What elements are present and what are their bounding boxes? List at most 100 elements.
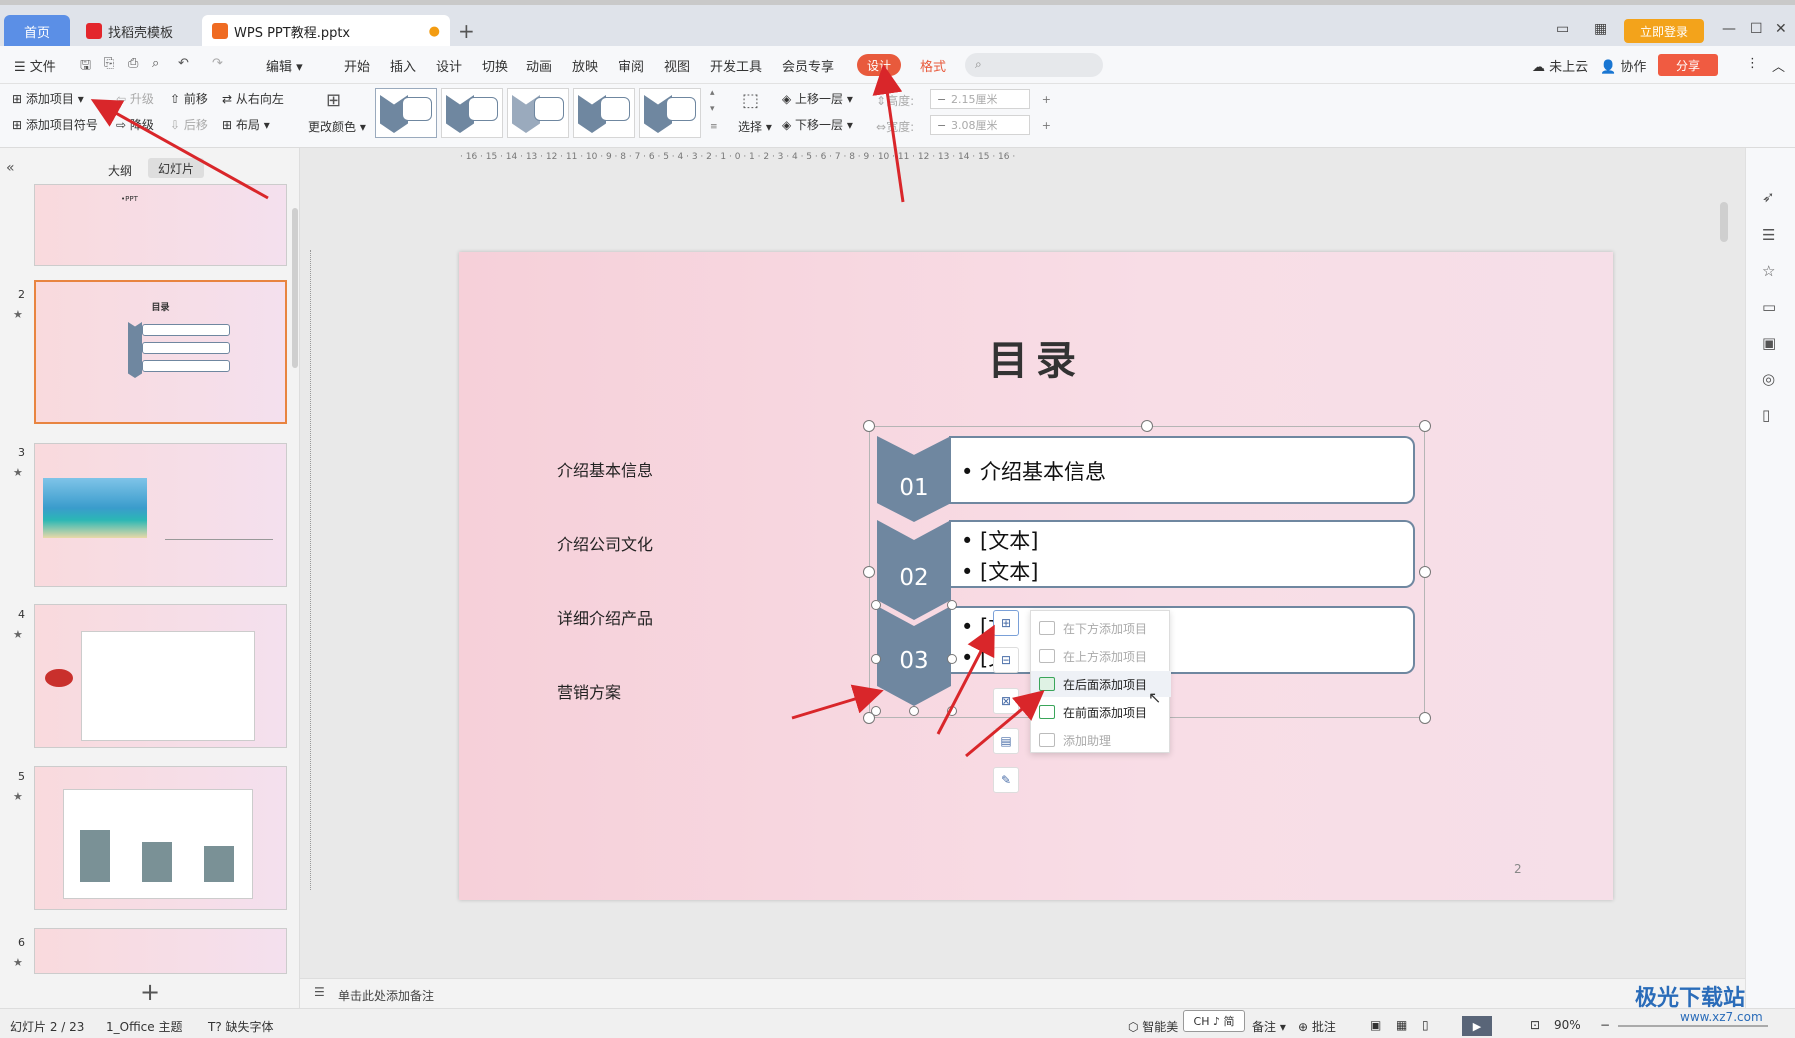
tab-smartart-design[interactable]: 设计 (857, 54, 901, 76)
undo-icon[interactable]: ↶ (178, 56, 189, 71)
image-icon[interactable]: ▣ (1762, 334, 1776, 352)
style-option-4[interactable] (573, 88, 635, 138)
zoom-out-icon[interactable]: − (1600, 1018, 1610, 1032)
redo-icon[interactable]: ↷ (212, 56, 223, 71)
location-icon[interactable]: ◎ (1762, 370, 1775, 388)
new-tab-button[interactable]: + (458, 19, 475, 43)
tab-slides[interactable]: 幻灯片 (148, 158, 204, 178)
add-item-button[interactable]: ⊞ 添加项目 ▾ (12, 90, 84, 107)
style-option-5[interactable] (639, 88, 701, 138)
menu-review[interactable]: 审阅 (618, 56, 644, 75)
menu-design[interactable]: 设计 (436, 56, 462, 75)
style-option-1[interactable] (375, 88, 437, 138)
menu-transition[interactable]: 切换 (482, 56, 508, 75)
slide-thumbnail-6[interactable] (34, 928, 287, 974)
collaborate-button[interactable]: 👤 协作 (1600, 56, 1646, 75)
resize-handle[interactable] (1141, 420, 1153, 432)
search-input[interactable]: ⌕ (965, 53, 1103, 77)
menu-developer[interactable]: 开发工具 (710, 56, 762, 75)
width-plus-icon[interactable]: + (1042, 119, 1051, 132)
book-icon[interactable]: ▯ (1762, 406, 1770, 424)
width-minus-icon[interactable]: − (937, 119, 946, 132)
menu-start[interactable]: 开始 (344, 56, 370, 75)
select-button[interactable]: 选择 ▾ (738, 118, 772, 135)
layout-float-button[interactable]: ⊟ (993, 647, 1019, 673)
send-backward-button[interactable]: ◈ 下移一层 ▾ (782, 116, 853, 133)
add-assistant[interactable]: 添加助理 (1031, 727, 1171, 753)
print-preview-icon[interactable]: ⌕ (152, 56, 159, 71)
minimize-icon[interactable]: — (1722, 21, 1736, 37)
style-option-3[interactable] (507, 88, 569, 138)
edit-menu[interactable]: 编辑 ▾ (266, 56, 303, 75)
slide-title[interactable]: 目录 (459, 328, 1613, 386)
slides-icon[interactable]: ▭ (1762, 298, 1776, 316)
resize-handle[interactable] (1419, 712, 1431, 724)
add-bullet-button[interactable]: ⊞ 添加项目符号 (12, 116, 98, 133)
slide-thumbnail-2[interactable]: 目录 (34, 280, 287, 424)
quick-save-icon[interactable]: 🖫 (80, 56, 91, 78)
slide[interactable]: 目录 介绍基本信息 介绍公司文化 详细介绍产品 营销方案 • 介绍基本信息 • … (459, 252, 1613, 900)
slide-thumbnail-1[interactable]: •PPT (34, 184, 287, 266)
theme-name[interactable]: 1_Office 主题 (106, 1018, 182, 1035)
resize-handle[interactable] (863, 420, 875, 432)
close-icon[interactable]: ✕ (1775, 21, 1787, 37)
text-pane-float-button[interactable]: ▤ (993, 728, 1019, 754)
collapse-panel-icon[interactable]: « (6, 160, 15, 176)
smartart-textbox[interactable]: • 介绍基本信息 (949, 436, 1415, 504)
tab-format[interactable]: 格式 (920, 56, 946, 75)
tab-outline[interactable]: 大纲 (108, 162, 132, 179)
layout-toggle-icon[interactable]: ▭ (1556, 21, 1569, 37)
menu-slideshow[interactable]: 放映 (572, 56, 598, 75)
left-label[interactable]: 介绍基本信息 (557, 457, 653, 481)
slide-sorter-icon[interactable]: ▦ (1396, 1018, 1407, 1032)
shape-handle[interactable] (947, 654, 957, 664)
smartart-textbox[interactable]: • [文本] • [文本] (949, 520, 1415, 588)
move-forward-button[interactable]: ⇧ 前移 (170, 90, 208, 107)
fit-window-icon[interactable]: ⊡ (1530, 1018, 1540, 1032)
add-item-below[interactable]: 在下方添加项目 (1031, 615, 1171, 641)
notes-toggle[interactable]: 备注 ▾ (1252, 1018, 1286, 1035)
bring-forward-button[interactable]: ◈ 上移一层 ▾ (782, 90, 853, 107)
add-shape-float-button[interactable]: ⊞ (993, 610, 1019, 636)
height-plus-icon[interactable]: + (1042, 93, 1051, 106)
layout-button[interactable]: ⊞ 布局 ▾ (222, 116, 270, 133)
resize-handle[interactable] (1419, 420, 1431, 432)
styles-scroll-up-icon[interactable]: ▴ (710, 88, 715, 98)
comments-toggle[interactable]: ⊕ 批注 (1298, 1018, 1336, 1035)
play-slideshow-button[interactable]: ▶ (1462, 1016, 1492, 1036)
more-icon[interactable]: ⋮ (1746, 56, 1759, 71)
move-back-button[interactable]: ⇩ 后移 (170, 116, 208, 133)
slide-thumbnail-5[interactable] (34, 766, 287, 910)
shape-handle[interactable] (871, 706, 881, 716)
right-to-left-button[interactable]: ⇄ 从右向左 (222, 90, 284, 107)
missing-font-button[interactable]: T? 缺失字体 (208, 1018, 274, 1035)
resize-handle[interactable] (863, 566, 875, 578)
shape-handle[interactable] (909, 706, 919, 716)
notes-placeholder[interactable]: 单击此处添加备注 (338, 987, 434, 1004)
collapse-ribbon-icon[interactable]: ︿ (1772, 56, 1785, 75)
login-button[interactable]: 立即登录 (1624, 19, 1704, 43)
height-field[interactable]: −2.15厘米 + (930, 89, 1051, 109)
panel-scrollbar[interactable] (292, 208, 298, 368)
rocket-icon[interactable]: ➶ (1762, 188, 1775, 206)
ime-indicator[interactable]: CH ♪ 简 (1183, 1010, 1245, 1032)
shape-handle[interactable] (871, 654, 881, 664)
promote-button[interactable]: ⇦ 升级 (116, 90, 154, 107)
menu-member[interactable]: 会员专享 (782, 56, 834, 75)
notes-bar[interactable]: ☰ 单击此处添加备注 (300, 978, 1745, 1008)
change-layout-float-button[interactable]: ⊠ (993, 688, 1019, 714)
print-icon[interactable]: ⎙ (128, 56, 138, 71)
left-label[interactable]: 介绍公司文化 (557, 531, 653, 555)
styles-expand-icon[interactable]: ≡ (710, 122, 718, 132)
cloud-status[interactable]: ☁ 未上云 (1532, 56, 1588, 75)
maximize-icon[interactable]: ☐ (1750, 21, 1763, 37)
grid-apps-icon[interactable]: ▦ (1594, 21, 1607, 37)
height-minus-icon[interactable]: − (937, 93, 946, 106)
left-label[interactable]: 营销方案 (557, 679, 621, 703)
format-brush-float-button[interactable]: ✎ (993, 767, 1019, 793)
tab-document[interactable]: WPS PPT教程.pptx ● (202, 15, 450, 47)
shape-handle[interactable] (947, 600, 957, 610)
resize-handle[interactable] (1419, 566, 1431, 578)
file-menu[interactable]: ☰ 文件 (14, 56, 56, 75)
reading-view-icon[interactable]: ▯ (1422, 1018, 1429, 1032)
